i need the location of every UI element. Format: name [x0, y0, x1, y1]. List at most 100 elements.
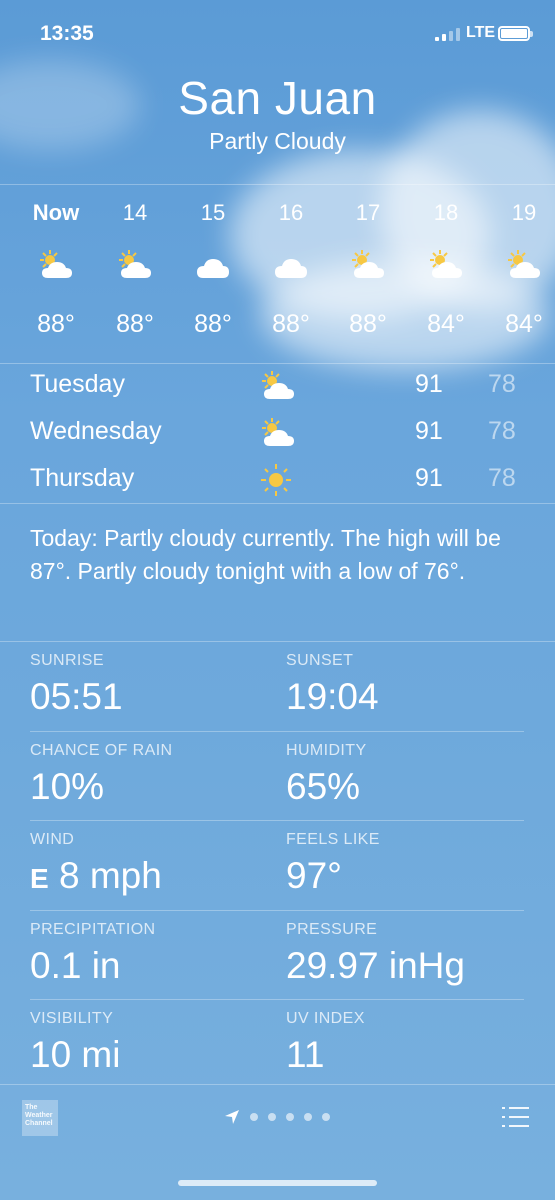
divider [0, 184, 555, 185]
hour-temp: 88° [272, 310, 310, 338]
day-low-temp: 78 [488, 370, 516, 398]
divider [0, 503, 555, 504]
weather-details: SUNRISE 05:51 SUNSET 19:04 CHANCE OF RAI… [0, 642, 555, 1089]
hour-item: 18 84° [406, 186, 486, 339]
detail-row: PRECIPITATION 0.1 in PRESSURE 29.97 inHg [0, 911, 555, 1000]
weather-channel-logo[interactable]: The Weather Channel [22, 1100, 58, 1136]
detail-label: PRECIPITATION [30, 920, 156, 938]
day-high-temp: 91 [415, 370, 443, 398]
hour-temp: 88° [116, 310, 154, 338]
humidity-cell: HUMIDITY 65% [286, 742, 367, 808]
wind-direction: E [30, 863, 49, 894]
hour-label: 17 [355, 200, 381, 225]
detail-value: 19:04 [286, 676, 379, 717]
page-dot [250, 1113, 258, 1121]
detail-row: WIND E 8 mph FEELS LIKE 97° [0, 821, 555, 910]
detail-row: CHANCE OF RAIN 10% HUMIDITY 65% [0, 732, 555, 821]
detail-label: PRESSURE [286, 920, 378, 938]
page-dot [322, 1113, 330, 1121]
partly-cloudy-sun-icon [258, 369, 298, 408]
detail-label: FEELS LIKE [286, 831, 380, 848]
detail-row: VISIBILITY 10 mi UV INDEX 11 [0, 1000, 555, 1089]
detail-label: HUMIDITY [286, 741, 367, 759]
hour-temp: 88° [37, 310, 75, 338]
detail-label: SUNSET [286, 652, 354, 669]
detail-value: 05:51 [30, 676, 123, 717]
hour-item: 15 88° [173, 186, 253, 339]
day-row: Wednesday 91 78 [0, 412, 555, 459]
day-name: Tuesday [30, 370, 125, 398]
hour-item: 16 88° [251, 186, 331, 339]
hour-item: 17 88° [328, 186, 408, 339]
precipitation-cell: PRECIPITATION 0.1 in [30, 921, 156, 987]
detail-label: VISIBILITY [30, 1010, 114, 1027]
cloud-icon [251, 248, 331, 288]
hour-item: 14 88° [95, 186, 175, 339]
footer-toolbar: The Weather Channel [0, 1085, 555, 1155]
partly-cloudy-sun-icon [475, 248, 555, 288]
page-indicator[interactable] [224, 1109, 330, 1125]
cloud-icon [173, 248, 253, 288]
day-high-temp: 91 [415, 417, 443, 445]
location-arrow-icon [225, 1110, 239, 1124]
partly-cloudy-sun-icon [258, 416, 298, 455]
day-high-temp: 91 [415, 464, 443, 492]
page-dot [268, 1113, 276, 1121]
detail-value: 10 mi [30, 1034, 121, 1075]
detail-value: 97° [286, 855, 342, 896]
detail-value: 0.1 in [30, 944, 121, 986]
day-name: Thursday [30, 464, 135, 492]
divider [0, 363, 555, 364]
day-low-temp: 78 [488, 464, 516, 492]
today-summary: Today: Partly cloudy currently. The high… [30, 525, 501, 584]
wind-speed: 8 mph [58, 855, 162, 896]
hourly-forecast[interactable]: Now 88° 14 88° 15 88° 16 88° 17 88° 18 8… [0, 186, 555, 363]
hour-label: 18 [433, 200, 459, 225]
visibility-cell: VISIBILITY 10 mi [30, 1010, 120, 1076]
hour-temp: 88° [194, 310, 232, 338]
status-time: 13:35 [40, 22, 94, 45]
detail-row: SUNRISE 05:51 SUNSET 19:04 [0, 642, 555, 731]
hour-item: Now 88° [16, 186, 96, 339]
detail-value: E 8 mph [30, 855, 162, 897]
current-condition: Partly Cloudy [209, 128, 346, 154]
city-list-icon[interactable] [502, 1107, 530, 1127]
hour-temp: 84° [427, 310, 465, 338]
sunset-cell: SUNSET 19:04 [286, 652, 379, 718]
partly-cloudy-sun-icon [16, 248, 96, 288]
hour-label: 19 [511, 200, 537, 225]
hour-label: 14 [122, 200, 148, 225]
day-low-temp: 78 [488, 417, 516, 445]
detail-value: 29.97 inHg [286, 944, 465, 986]
uv-index-cell: UV INDEX 11 [286, 1010, 365, 1076]
city-name: San Juan [178, 72, 377, 124]
hour-label: Now [32, 200, 80, 225]
sunrise-cell: SUNRISE 05:51 [30, 652, 123, 718]
status-bar: 13:35 LTE [0, 0, 555, 70]
battery-icon [498, 26, 533, 41]
hour-label: 15 [200, 200, 226, 225]
hour-temp: 84° [505, 310, 543, 338]
page-dot [304, 1113, 312, 1121]
home-indicator[interactable] [178, 1180, 377, 1186]
day-row: Thursday 91 78 [0, 459, 555, 506]
day-row: Tuesday 91 78 [0, 365, 555, 412]
hour-item: 19 84° [475, 186, 555, 339]
detail-label: WIND [30, 831, 75, 848]
detail-value: 65% [286, 765, 361, 807]
signal-strength-icon [435, 28, 460, 41]
day-name: Wednesday [30, 417, 162, 445]
location-header: San Juan Partly Cloudy [0, 70, 555, 155]
partly-cloudy-sun-icon [406, 248, 486, 288]
page-dot [286, 1113, 294, 1121]
sun-icon [258, 463, 298, 502]
daily-forecast: Tuesday 91 78 Wednesday 91 78 Thursday 9… [0, 365, 555, 506]
detail-label: SUNRISE [30, 652, 104, 669]
hour-label: 16 [278, 200, 304, 225]
chance-of-rain-cell: CHANCE OF RAIN 10% [30, 742, 173, 808]
hour-temp: 88° [349, 310, 387, 338]
wind-cell: WIND E 8 mph [30, 831, 162, 897]
pressure-cell: PRESSURE 29.97 inHg [286, 921, 465, 987]
partly-cloudy-sun-icon [328, 248, 408, 288]
feels-like-cell: FEELS LIKE 97° [286, 831, 380, 897]
